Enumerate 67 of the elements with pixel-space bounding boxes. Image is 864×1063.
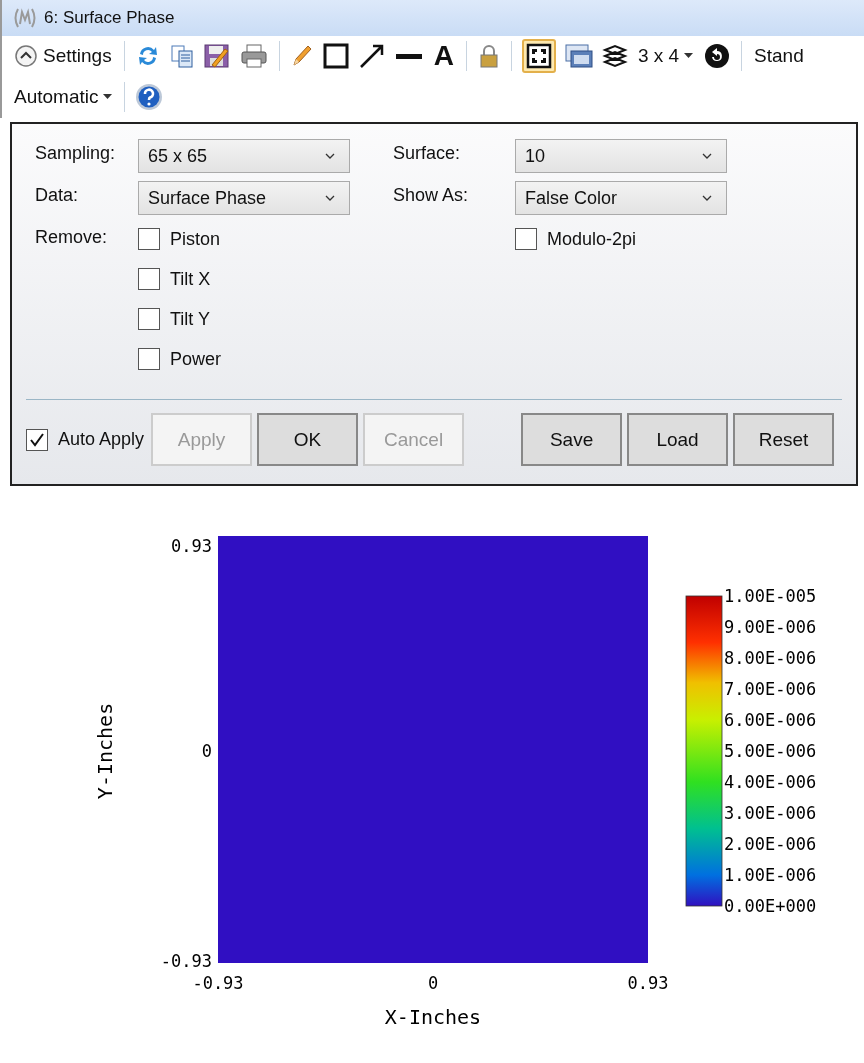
caret-icon — [684, 53, 694, 59]
field-label: Data: — [35, 184, 80, 206]
layout-dropdown[interactable]: 3 x 4 — [635, 43, 696, 69]
standard-button[interactable]: Stand — [752, 43, 806, 69]
axis-title: X-Inches — [384, 1005, 482, 1029]
chevron-down-icon — [325, 153, 335, 159]
rotate-icon[interactable] — [703, 43, 732, 69]
tick-label: -0.93 — [160, 951, 212, 971]
dropdown[interactable]: Surface Phase — [138, 181, 350, 215]
legend-label: 2.00E-006 — [724, 834, 817, 854]
ok-button[interactable]: OK — [257, 413, 359, 466]
reset-button[interactable]: Reset — [733, 413, 835, 466]
scale-dropdown[interactable]: Automatic — [12, 84, 115, 110]
dropdown[interactable]: 65 x 65 — [138, 139, 350, 173]
windows-icon[interactable] — [563, 43, 594, 69]
axis-title: Y-Inches — [93, 702, 117, 800]
tick-label: 0.93 — [627, 973, 669, 993]
print-icon[interactable] — [238, 43, 269, 69]
load-button[interactable]: Load — [627, 413, 729, 466]
rectangle-icon[interactable] — [321, 43, 350, 69]
checkbox[interactable] — [138, 228, 160, 250]
field-label: Remove: — [35, 226, 109, 248]
chevron-down-icon — [702, 153, 712, 159]
checkbox[interactable] — [138, 268, 160, 290]
window-title: 6: Surface Phase — [44, 8, 175, 28]
checkbox-label: Auto Apply — [58, 429, 145, 450]
chevron-down-icon — [325, 195, 335, 201]
frame-toggle-button[interactable] — [521, 39, 556, 73]
legend-label: 6.00E-006 — [724, 710, 817, 730]
caret-icon — [103, 94, 113, 100]
legend-label: 8.00E-006 — [724, 648, 817, 668]
save-chart-icon[interactable] — [202, 43, 231, 69]
collapse-icon — [14, 44, 38, 68]
field-label: Surface: — [393, 142, 462, 164]
checkbox-label: Tilt Y — [170, 308, 210, 330]
copy-icon[interactable] — [168, 43, 195, 69]
checkbox-label: Piston — [170, 228, 221, 250]
tick-label: 0.93 — [171, 536, 212, 556]
checkbox-label: Power — [170, 348, 222, 370]
tick-label: 0 — [201, 741, 212, 761]
legend-label: 5.00E-006 — [724, 741, 817, 761]
tick-label: -0.93 — [192, 973, 244, 993]
text-tool-button[interactable]: A — [431, 40, 456, 72]
checkbox[interactable] — [138, 308, 160, 330]
legend-label: 4.00E-006 — [724, 772, 817, 792]
checkbox[interactable] — [515, 228, 537, 250]
save-button[interactable]: Save — [521, 413, 623, 466]
dropdown[interactable]: 10 — [515, 139, 727, 173]
legend-label: 0.00E+000 — [724, 896, 817, 916]
checkbox[interactable] — [26, 428, 48, 451]
layers-icon[interactable] — [601, 43, 628, 69]
legend-label: 7.00E-006 — [724, 679, 817, 699]
tick-label: 0 — [427, 973, 439, 993]
field-label: Sampling: — [35, 142, 117, 164]
help-icon[interactable] — [135, 83, 164, 111]
field-label: Show As: — [393, 184, 470, 206]
checkbox-label: Modulo-2pi — [547, 228, 637, 250]
legend-label: 9.00E-006 — [724, 617, 817, 637]
dropdown[interactable]: False Color — [515, 181, 727, 215]
legend-label: 1.00E-005 — [724, 586, 817, 606]
legend-label: 3.00E-006 — [724, 803, 817, 823]
logo-icon — [12, 6, 38, 30]
legend-label: 1.00E-006 — [724, 865, 817, 885]
checkbox[interactable] — [138, 348, 160, 370]
chevron-down-icon — [702, 195, 712, 201]
checkbox-label: Tilt X — [170, 268, 211, 290]
settings-button[interactable]: Settings — [12, 42, 114, 70]
